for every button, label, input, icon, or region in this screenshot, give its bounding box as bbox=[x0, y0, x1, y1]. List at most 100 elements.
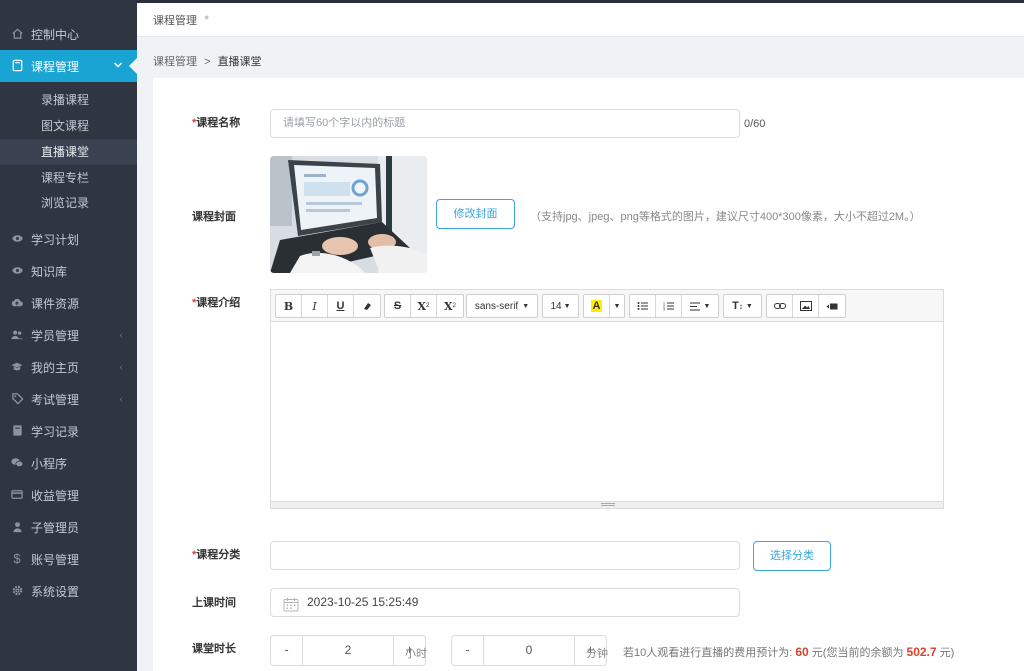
sidebar-item-system-settings[interactable]: 系统设置 bbox=[0, 575, 137, 607]
tab-close-dot-icon[interactable]: ● bbox=[204, 12, 209, 22]
select-category-button[interactable]: 选择分类 bbox=[753, 541, 831, 571]
breadcrumb: 课程管理 > 直播课堂 bbox=[153, 53, 262, 69]
sidebar-subitem-live-classroom[interactable]: 直播课堂 bbox=[0, 139, 137, 165]
bullet-list-icon[interactable] bbox=[630, 295, 656, 317]
toolbar-group-insert bbox=[766, 294, 846, 318]
sidebar-item-my-homepage[interactable]: 我的主页 ‹ bbox=[0, 351, 137, 383]
superscript-button[interactable]: X2 bbox=[411, 295, 437, 317]
tag-icon bbox=[10, 392, 24, 406]
toolbar-group-color: A ▼ bbox=[583, 294, 625, 318]
minutes-stepper[interactable]: - 0 + bbox=[451, 635, 607, 666]
sidebar-item-label: 子管理员 bbox=[31, 520, 80, 535]
cloud-upload-icon bbox=[10, 296, 24, 310]
hours-value[interactable]: 2 bbox=[302, 636, 394, 665]
sidebar-item-dashboard[interactable]: 控制中心 bbox=[0, 18, 137, 50]
sidebar-item-courseware[interactable]: 课件资源 bbox=[0, 287, 137, 319]
change-cover-button[interactable]: 修改封面 bbox=[436, 199, 515, 229]
sidebar-item-label: 课程管理 bbox=[31, 59, 80, 74]
sidebar-item-label: 课件资源 bbox=[31, 296, 80, 311]
course-title-label: *课程名称 bbox=[192, 117, 241, 129]
class-time-label: 上课时间 bbox=[192, 597, 236, 609]
editor-toolbar: B I U S X2 X2 sans-serif ▼ 14 ▼ A ▼ 1 2 … bbox=[271, 290, 943, 322]
class-time-input[interactable]: 2023-10-25 15:25:49 bbox=[270, 588, 740, 617]
breadcrumb-current: 直播课堂 bbox=[217, 56, 262, 68]
video-icon[interactable] bbox=[819, 295, 845, 317]
editor-content-area[interactable] bbox=[271, 322, 943, 502]
breadcrumb-parent[interactable]: 课程管理 bbox=[153, 56, 197, 68]
sidebar-item-course-management[interactable]: 课程管理 bbox=[0, 50, 137, 82]
course-intro-label: *课程介绍 bbox=[192, 297, 241, 309]
sidebar-item-label: 系统设置 bbox=[31, 584, 80, 599]
sidebar-item-student-management[interactable]: 学员管理 ‹ bbox=[0, 319, 137, 351]
color-dropdown-icon[interactable]: ▼ bbox=[610, 295, 624, 317]
minutes-value[interactable]: 0 bbox=[483, 636, 575, 665]
eye-icon bbox=[10, 264, 24, 278]
align-dropdown-icon[interactable]: ▼ bbox=[682, 295, 718, 317]
cost-estimate: 若10人观看进行直播的费用预计为: 60 元(您当前的余额为 502.7 元) bbox=[623, 645, 955, 659]
text-height-select[interactable]: T ↕ ▼ bbox=[723, 294, 762, 318]
resize-grip-icon[interactable] bbox=[601, 503, 615, 506]
sidebar-item-label: 控制中心 bbox=[31, 27, 80, 42]
tab-course-management[interactable]: 课程管理 bbox=[153, 12, 197, 28]
hours-stepper[interactable]: - 2 + bbox=[270, 635, 426, 666]
toolbar-group-list: 123 ▼ bbox=[629, 294, 719, 318]
chevron-left-icon: ‹ bbox=[119, 393, 123, 405]
breadcrumb-separator: > bbox=[204, 56, 211, 68]
font-size-select[interactable]: 14 ▼ bbox=[542, 294, 579, 318]
link-icon[interactable] bbox=[767, 295, 793, 317]
image-icon[interactable] bbox=[793, 295, 819, 317]
book-icon bbox=[10, 424, 24, 438]
course-category-label: *课程分类 bbox=[192, 549, 241, 561]
subscript-button[interactable]: X2 bbox=[437, 295, 463, 317]
minutes-unit: 分钟 bbox=[586, 648, 608, 660]
course-cover-image[interactable] bbox=[270, 156, 427, 273]
users-icon bbox=[10, 328, 24, 342]
graduation-cap-icon bbox=[10, 360, 24, 374]
wechat-icon bbox=[10, 456, 24, 470]
underline-button[interactable]: U bbox=[328, 295, 354, 317]
gear-icon bbox=[10, 584, 24, 598]
account-balance: 502.7 bbox=[906, 645, 937, 659]
sidebar-subitem-course-column[interactable]: 课程专栏 bbox=[0, 165, 137, 191]
italic-button[interactable]: I bbox=[302, 295, 328, 317]
toolbar-group-script: S X2 X2 bbox=[384, 294, 464, 318]
course-category-input[interactable] bbox=[270, 541, 740, 570]
sidebar-item-account-management[interactable]: $ 账号管理 bbox=[0, 543, 137, 575]
cover-hint: （支持jpg、jpeg、png等格式的图片，建议尺寸400*300像素，大小不超… bbox=[530, 211, 921, 223]
hours-decrement-button[interactable]: - bbox=[271, 636, 302, 665]
sidebar-item-revenue-management[interactable]: 收益管理 bbox=[0, 479, 137, 511]
sidebar: 控制中心 课程管理 录播课程 图文课程 直播课堂 课程专栏 浏览记录 学习计划 … bbox=[0, 0, 137, 671]
highlight-color-button[interactable]: A bbox=[584, 295, 610, 317]
course-title-input[interactable]: 请填写60个字以内的标题 bbox=[270, 109, 740, 138]
minutes-decrement-button[interactable]: - bbox=[452, 636, 483, 665]
strikethrough-button[interactable]: S bbox=[385, 295, 411, 317]
bold-button[interactable]: B bbox=[276, 295, 302, 317]
course-cover-label: 课程封面 bbox=[192, 211, 236, 223]
rich-text-editor: B I U S X2 X2 sans-serif ▼ 14 ▼ A ▼ 1 2 … bbox=[270, 289, 944, 509]
eraser-icon[interactable] bbox=[354, 295, 380, 317]
sidebar-item-label: 收益管理 bbox=[31, 488, 80, 503]
sidebar-item-mini-program[interactable]: 小程序 bbox=[0, 447, 137, 479]
sidebar-item-knowledge-base[interactable]: 知识库 bbox=[0, 255, 137, 287]
tab-strip: 课程管理 ● bbox=[137, 3, 1024, 37]
sidebar-item-label: 考试管理 bbox=[31, 392, 80, 407]
sidebar-item-label: 账号管理 bbox=[31, 552, 80, 567]
class-time-value: 2023-10-25 15:25:49 bbox=[307, 595, 419, 609]
sidebar-subitem-graphic-course[interactable]: 图文课程 bbox=[0, 113, 137, 139]
home-icon bbox=[10, 27, 24, 41]
sidebar-item-sub-admin[interactable]: 子管理员 bbox=[0, 511, 137, 543]
eye-icon bbox=[10, 232, 24, 246]
numbered-list-icon[interactable]: 123 bbox=[656, 295, 682, 317]
class-duration-label: 课堂时长 bbox=[192, 643, 236, 655]
sidebar-subitem-recorded-course[interactable]: 录播课程 bbox=[0, 87, 137, 113]
editor-resize-bar[interactable] bbox=[271, 501, 943, 508]
sidebar-subitem-browse-history[interactable]: 浏览记录 bbox=[0, 190, 137, 216]
title-char-counter: 0/60 bbox=[744, 118, 766, 130]
credit-card-icon bbox=[10, 488, 24, 502]
sidebar-item-label: 学员管理 bbox=[31, 328, 80, 343]
font-family-select[interactable]: sans-serif ▼ bbox=[466, 294, 538, 318]
sidebar-item-study-records[interactable]: 学习记录 bbox=[0, 415, 137, 447]
sidebar-item-study-plan[interactable]: 学习计划 bbox=[0, 223, 137, 255]
calendar-icon bbox=[283, 595, 299, 622]
sidebar-item-exam-management[interactable]: 考试管理 ‹ bbox=[0, 383, 137, 415]
